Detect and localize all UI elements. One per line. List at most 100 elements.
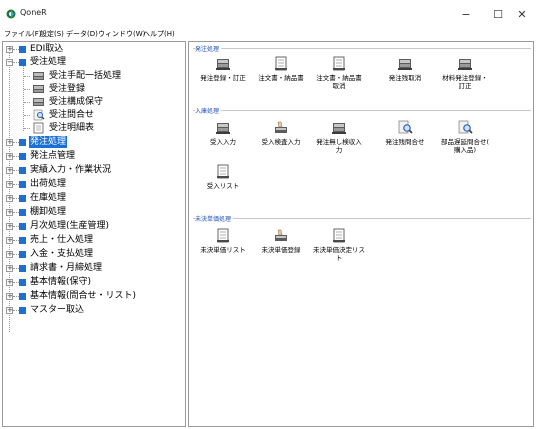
document-icon: [33, 122, 44, 134]
tree-item-order-details[interactable]: 受注明細表: [3, 122, 183, 135]
menu-help[interactable]: ヘルプ(H): [143, 29, 175, 39]
group-title-receiving: 入庫処理: [195, 106, 222, 115]
tree-item-label: 発注点管理: [30, 151, 76, 161]
tree-item-shipping[interactable]: + 出荷処理: [3, 178, 183, 191]
tree-item-payment[interactable]: + 入金・支払処理: [3, 248, 183, 261]
window-title: QoneR: [20, 8, 47, 17]
expand-icon[interactable]: +: [6, 46, 13, 53]
tree-item-inventory[interactable]: + 在庫処理: [3, 192, 183, 205]
button-label: 未決単価登録: [261, 246, 301, 254]
menu-window[interactable]: ウィンドウ(W): [98, 29, 145, 39]
expand-icon[interactable]: +: [6, 181, 13, 188]
navigation-tree[interactable]: + EDI取込 − 受注処理 受注手配一括処理 受注登録 受注構成保守 受注問合…: [2, 41, 186, 427]
tree-item-order-structure[interactable]: 受注構成保守: [3, 96, 183, 109]
tree-item-edi-import[interactable]: + EDI取込: [3, 43, 183, 56]
button-label: 部品遅延問合せ( 購入品): [440, 138, 490, 154]
expand-icon[interactable]: +: [6, 279, 13, 286]
close-button[interactable]: ✕: [508, 4, 536, 24]
order-balance-inquiry-button[interactable]: 発注残問合せ: [375, 120, 435, 146]
document-icon: [333, 56, 345, 71]
folder-icon: [19, 181, 26, 188]
no-order-receipt-button[interactable]: 発注無し検収入 力: [309, 120, 369, 154]
keyboard-icon: [216, 123, 230, 134]
tree-item-label: 受注手配一括処理: [49, 71, 122, 81]
tree-item-label: 棚卸処理: [30, 207, 67, 217]
folder-icon: [19, 223, 26, 230]
tree-item-master-maintenance[interactable]: + 基本情報(保守): [3, 276, 183, 289]
hand-keyboard-icon: [275, 229, 287, 241]
minimize-button[interactable]: −: [452, 4, 480, 24]
tree-item-purchase-order[interactable]: + 発注処理: [3, 136, 183, 149]
order-entry-button[interactable]: 発注登録・訂正: [193, 56, 253, 82]
menu-settings[interactable]: 設定(S): [40, 29, 64, 39]
tree-item-invoice[interactable]: + 請求書・月締処理: [3, 262, 183, 275]
tree-item-master-import[interactable]: + マスター取込: [3, 304, 183, 317]
tree-item-label: 受注問合せ: [49, 110, 95, 120]
order-sheet-cancel-button[interactable]: 注文書・納品書 取消: [309, 56, 369, 90]
folder-icon: [19, 46, 26, 53]
tree-item-sales-purchase[interactable]: + 売上・仕入処理: [3, 234, 183, 247]
tree-item-monthly[interactable]: + 月次処理(生産管理): [3, 220, 183, 233]
group-title-order: 発注処理: [195, 44, 222, 53]
parts-delay-inquiry-button[interactable]: 部品遅延問合せ( 購入品): [435, 120, 495, 154]
keyboard-icon: [33, 72, 44, 80]
tree-item-stocktaking[interactable]: + 棚卸処理: [3, 206, 183, 219]
tree-item-label: 発注処理: [29, 136, 68, 148]
tree-connector: [24, 89, 30, 90]
expand-icon[interactable]: +: [6, 307, 13, 314]
expand-icon[interactable]: +: [6, 153, 13, 160]
tree-item-label: 在庫処理: [30, 193, 67, 203]
order-sheet-button[interactable]: 注文書・納品書: [251, 56, 311, 82]
receipt-entry-button[interactable]: 受入入力: [193, 120, 253, 146]
tree-item-label: 受注構成保守: [49, 97, 104, 107]
button-label: 発注残取消: [388, 74, 422, 82]
document-icon: [217, 228, 229, 243]
document-icon: [217, 164, 229, 179]
folder-icon: [19, 209, 26, 216]
tree-item-master-inquiry[interactable]: + 基本情報(問合せ・リスト): [3, 290, 183, 303]
expand-icon[interactable]: +: [6, 237, 13, 244]
button-label: 受入リスト: [206, 182, 240, 190]
button-label: 材料発注登録・ 訂正: [442, 74, 488, 90]
tree-item-label: 出荷処理: [30, 179, 67, 189]
tree-connector: [24, 76, 30, 77]
magnifier-doc-icon: [458, 120, 473, 134]
folder-icon: [19, 139, 26, 146]
expand-icon[interactable]: +: [6, 251, 13, 258]
button-label: 受入入力: [210, 138, 236, 146]
expand-icon[interactable]: +: [6, 293, 13, 300]
expand-icon[interactable]: +: [6, 195, 13, 202]
button-label: 受入検査入力: [261, 138, 301, 146]
expand-icon[interactable]: +: [6, 265, 13, 272]
material-order-button[interactable]: 材料発注登録・ 訂正: [435, 56, 495, 90]
menu-file[interactable]: ファイル(F): [4, 29, 42, 39]
tree-item-label: マスター取込: [30, 305, 85, 315]
tree-item-order-receiving[interactable]: − 受注処理: [3, 56, 183, 69]
unsettled-price-list-button[interactable]: 未決単価リスト: [193, 228, 253, 254]
button-label: 未決単価決定リス ト: [313, 246, 365, 262]
expand-icon[interactable]: +: [6, 139, 13, 146]
receipt-list-button[interactable]: 受入リスト: [193, 164, 253, 190]
folder-icon: [19, 237, 26, 244]
menu-data[interactable]: データ(D): [66, 29, 98, 39]
folder-icon: [19, 153, 26, 160]
tree-item-reorder-point[interactable]: + 発注点管理: [3, 150, 183, 163]
folder-icon: [19, 307, 26, 314]
folder-icon: [19, 265, 26, 272]
tree-item-order-inquiry[interactable]: 受注問合せ: [3, 109, 183, 122]
expand-icon[interactable]: +: [6, 167, 13, 174]
collapse-icon[interactable]: −: [6, 59, 13, 66]
group-divider: [193, 48, 531, 49]
expand-icon[interactable]: +: [6, 223, 13, 230]
expand-icon[interactable]: +: [6, 209, 13, 216]
tree-item-order-bulk[interactable]: 受注手配一括処理: [3, 70, 183, 83]
keyboard-icon: [458, 59, 472, 70]
tree-item-label: 受注登録: [49, 84, 86, 94]
inspection-entry-button[interactable]: 受入検査入力: [251, 120, 311, 146]
tree-item-actual-input[interactable]: + 実績入力・作業状況: [3, 164, 183, 177]
unsettled-price-entry-button[interactable]: 未決単価登録: [251, 228, 311, 254]
unsettled-price-decision-list-button[interactable]: 未決単価決定リス ト: [309, 228, 369, 262]
keyboard-icon: [33, 98, 44, 106]
tree-item-order-entry[interactable]: 受注登録: [3, 83, 183, 96]
order-balance-cancel-button[interactable]: 発注残取消: [375, 56, 435, 82]
